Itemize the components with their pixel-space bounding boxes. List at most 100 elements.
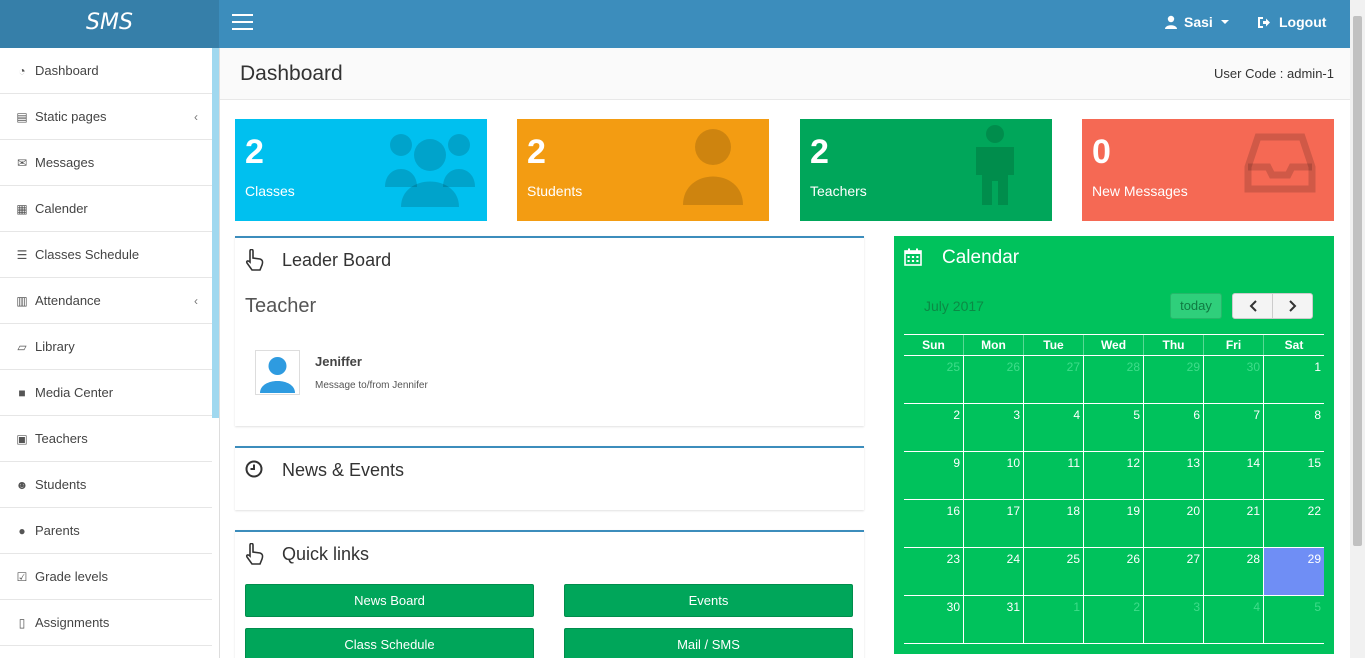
- leaderboard-entry-name[interactable]: Jeniffer: [315, 354, 362, 369]
- calendar-day-cell[interactable]: 1: [1264, 356, 1324, 403]
- sidebar-item-static-pages[interactable]: ▤ Static pages ‹: [0, 94, 212, 140]
- calendar-day-cell[interactable]: 2: [904, 404, 964, 451]
- user-icon: [683, 129, 743, 205]
- calendar-day-cell[interactable]: 16: [904, 500, 964, 547]
- calendar-day-cell[interactable]: 14: [1204, 452, 1264, 499]
- calendar-grid: Sun Mon Tue Wed Thu Fri Sat 25 26 27 28 29 30 1 2 3 4 5 6…: [904, 334, 1324, 644]
- weekday-label: Sun: [904, 335, 964, 355]
- calendar-day-cell[interactable]: 21: [1204, 500, 1264, 547]
- calendar-day-cell[interactable]: 6: [1144, 404, 1204, 451]
- stat-box-new-messages[interactable]: 0 New Messages: [1082, 119, 1334, 221]
- calendar-day-cell[interactable]: 9: [904, 452, 964, 499]
- user-name: Sasi: [1184, 14, 1213, 30]
- stat-box-classes[interactable]: 2 Classes: [235, 119, 487, 221]
- calendar-day-cell[interactable]: 26: [964, 356, 1024, 403]
- calendar-day-cell[interactable]: 5: [1264, 596, 1324, 643]
- calendar-day-cell[interactable]: 3: [964, 404, 1024, 451]
- sidebar-item-dashboard[interactable]: ◔ Dashboard: [0, 48, 212, 94]
- sidebar-item-attendance[interactable]: ▥ Attendance ‹: [0, 278, 212, 324]
- page-scrollbar[interactable]: [1350, 0, 1365, 658]
- calendar-day-cell[interactable]: 10: [964, 452, 1024, 499]
- logout-button[interactable]: Logout: [1257, 14, 1326, 30]
- file-icon: ▤: [16, 109, 28, 124]
- weekday-label: Sat: [1284, 338, 1304, 352]
- calendar-day-cell[interactable]: 27: [1024, 356, 1084, 403]
- calendar-icon: ▦: [16, 201, 28, 216]
- sidebar-toggle-button[interactable]: [232, 14, 253, 32]
- sidebar-item-parents[interactable]: ● Parents: [0, 508, 212, 554]
- leaderboard-entry-message: Message to/from Jennifer: [315, 380, 428, 391]
- calendar-day-cell[interactable]: 2: [1084, 596, 1144, 643]
- calendar-day-cell[interactable]: 4: [1204, 596, 1264, 643]
- weekday-label: Thu: [1144, 335, 1204, 355]
- sidebar-item-media-center[interactable]: ■ Media Center: [0, 370, 212, 416]
- calendar-day-cell[interactable]: 18: [1024, 500, 1084, 547]
- dashboard-icon: ◔: [18, 63, 26, 78]
- content-header: Dashboard User Code : admin-1: [220, 48, 1350, 100]
- scrollbar-thumb[interactable]: [1353, 16, 1362, 546]
- sidebar-item-calender[interactable]: ▦ Calender: [0, 186, 212, 232]
- sidebar-item-messages[interactable]: ✉ Messages: [0, 140, 212, 186]
- folder-open-icon: ▱: [17, 339, 27, 354]
- news-board-button[interactable]: News Board: [245, 584, 534, 617]
- calendar-day-cell[interactable]: 28: [1084, 356, 1144, 403]
- calendar-day-cell[interactable]: 28: [1204, 548, 1264, 595]
- calendar-day-cell[interactable]: 11: [1024, 452, 1084, 499]
- stat-box-teachers[interactable]: 2 Teachers: [800, 119, 1052, 221]
- calendar-day-cell[interactable]: 15: [1264, 452, 1324, 499]
- calendar-day-cell[interactable]: 19: [1084, 500, 1144, 547]
- calendar-day-cell[interactable]: 8: [1264, 404, 1324, 451]
- user-menu[interactable]: Sasi: [1164, 14, 1229, 30]
- calendar-week-row: 16 17 18 19 20 21 22: [904, 500, 1324, 548]
- calendar-day-cell[interactable]: 17: [964, 500, 1024, 547]
- calendar-day-cell[interactable]: 5: [1084, 404, 1144, 451]
- calendar-day-cell[interactable]: 20: [1144, 500, 1204, 547]
- logout-label: Logout: [1279, 14, 1327, 30]
- sidebar-item-teachers[interactable]: ▣ Teachers: [0, 416, 212, 462]
- brand-logo[interactable]: SMS: [0, 0, 219, 48]
- calendar-day-cell[interactable]: 1: [1024, 596, 1084, 643]
- calendar-day-cell[interactable]: 3: [1144, 596, 1204, 643]
- avatar[interactable]: [255, 350, 300, 395]
- mail-sms-button[interactable]: Mail / SMS: [564, 628, 853, 658]
- sidebar-item-assignments[interactable]: ▯ Assignments: [0, 600, 212, 646]
- stat-value: 2: [245, 133, 264, 171]
- calendar-day-cell[interactable]: 22: [1264, 500, 1324, 547]
- leaderboard-panel: Leader Board Teacher Jeniffer Message to…: [235, 236, 864, 426]
- events-button[interactable]: Events: [564, 584, 853, 617]
- calendar-day-cell[interactable]: 13: [1144, 452, 1204, 499]
- calendar-next-button[interactable]: [1272, 293, 1313, 319]
- sidebar-item-grade-levels[interactable]: ☑ Grade levels: [0, 554, 212, 600]
- calendar-prev-button[interactable]: [1232, 293, 1273, 319]
- sidebar-item-library[interactable]: ▱ Library: [0, 324, 212, 370]
- calendar-day-cell[interactable]: 12: [1084, 452, 1144, 499]
- sidebar-item-label: Classes Schedule: [35, 247, 140, 262]
- sidebar-item-classes-schedule[interactable]: ☰ Classes Schedule: [0, 232, 212, 278]
- calendar-day-cell[interactable]: 30: [904, 596, 964, 643]
- calendar-day-cell[interactable]: 27: [1144, 548, 1204, 595]
- class-schedule-button[interactable]: Class Schedule: [245, 628, 534, 658]
- user-icon: ●: [18, 523, 26, 538]
- leaderboard-title: Leader Board: [282, 250, 392, 270]
- calendar-day-cell[interactable]: 31: [964, 596, 1024, 643]
- user-code: User Code : admin-1: [1214, 66, 1334, 81]
- sidebar-item-label: Attendance: [35, 293, 101, 308]
- sidebar-item-students[interactable]: ☻ Students: [0, 462, 212, 508]
- quick-links-title: Quick links: [282, 544, 370, 564]
- calendar-today-button[interactable]: today: [1170, 293, 1222, 319]
- calendar-day-cell[interactable]: 29: [1144, 356, 1204, 403]
- calendar-day-cell[interactable]: 4: [1024, 404, 1084, 451]
- calendar-day-cell[interactable]: 26: [1084, 548, 1144, 595]
- sidebar-item-label: Messages: [35, 155, 95, 170]
- calendar-day-cell[interactable]: 24: [964, 548, 1024, 595]
- calendar-day-cell[interactable]: 25: [1024, 548, 1084, 595]
- calendar-day-cell[interactable]: 7: [1204, 404, 1264, 451]
- sidebar-item-label: Parents: [35, 523, 80, 538]
- stat-label: Teachers: [810, 183, 867, 199]
- calendar-day-cell[interactable]: 25: [904, 356, 964, 403]
- calendar-day-cell[interactable]: 23: [904, 548, 964, 595]
- stat-box-students[interactable]: 2 Students: [517, 119, 769, 221]
- avatar-user-icon: [256, 351, 299, 394]
- calendar-day-cell[interactable]: 30: [1204, 356, 1264, 403]
- calendar-day-cell[interactable]: 29: [1264, 548, 1324, 595]
